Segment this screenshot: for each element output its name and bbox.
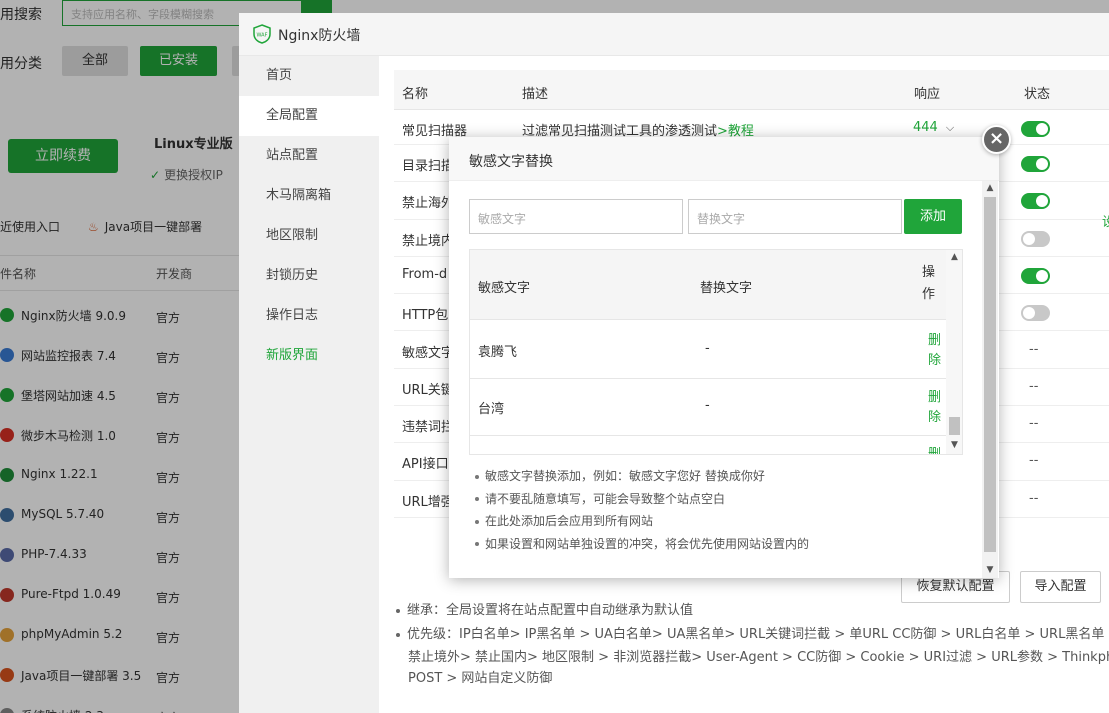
sidebar-item[interactable]: 操作日志: [239, 296, 379, 336]
scroll-up-icon[interactable]: ▲: [982, 183, 998, 193]
delete-link[interactable]: 删除: [928, 331, 942, 371]
add-button[interactable]: 添加: [904, 199, 962, 234]
note-priority-cont: 禁止境外> 禁止国内> 地区限制 > 非浏览器拦截> User-Agent > …: [408, 650, 1109, 665]
replace-word: -: [705, 398, 710, 413]
response-value: 444: [913, 120, 938, 135]
col-response: 响应: [914, 87, 941, 102]
replace-word: -: [705, 341, 710, 356]
bullet-icon: [475, 519, 479, 524]
tip-item: 敏感文字替换添加，例如：敏感文字您好 替换成你好: [475, 465, 809, 488]
rule-name: API接口: [402, 457, 449, 473]
note-inherit: 继承：全局设置将在站点配置中自动继承为默认值: [396, 599, 693, 618]
col-name: 名称: [402, 87, 429, 102]
bullet-icon: [475, 542, 479, 546]
col-replace-word: 替换文字: [700, 281, 753, 296]
bullet-icon: [475, 474, 479, 479]
scroll-up-icon[interactable]: ▲: [946, 252, 962, 262]
col-action: 操作: [922, 265, 936, 302]
bullet-icon: [475, 497, 479, 501]
status-text: --: [1029, 341, 1039, 357]
sidebar-item[interactable]: 封锁历史: [239, 256, 379, 296]
tips-list: 敏感文字替换添加，例如：敏感文字您好 替换成你好 请不要乱随意填写，可能会导致整个…: [475, 465, 809, 555]
tip-text: 请不要乱随意填写，可能会导致整个站点空白: [485, 491, 726, 506]
table-header: 名称 描述 响应 状态: [394, 70, 1109, 110]
rule-name: 禁止海外: [402, 196, 455, 212]
scroll-thumb[interactable]: [984, 197, 996, 552]
col-sensitive-word: 敏感文字: [478, 281, 531, 296]
scroll-down-icon[interactable]: ▼: [946, 440, 962, 450]
bullet-icon: [396, 608, 400, 613]
word-row: 台湾 - 删除: [470, 379, 946, 436]
status-toggle[interactable]: [1021, 305, 1050, 322]
settings-link[interactable]: 设: [1102, 211, 1109, 230]
status-toggle[interactable]: [1021, 156, 1050, 172]
import-config-button[interactable]: 导入配置: [1020, 571, 1101, 603]
sidebar-item[interactable]: 新版界面: [239, 336, 379, 376]
sidebar-item[interactable]: 站点配置: [239, 136, 379, 176]
tip-item: 如果设置和网站单独设置的冲突，将会优先使用网站设置内的: [475, 533, 809, 556]
rule-name: 违禁词拦: [402, 420, 455, 436]
word-row: 删: [470, 436, 946, 454]
rule-name: URL增强: [402, 494, 454, 510]
status-text: --: [1029, 453, 1039, 469]
status-text: --: [1029, 490, 1039, 506]
bullet-icon: [396, 632, 400, 637]
rule-name: From-d: [402, 266, 448, 282]
sensitive-word-input[interactable]: 敏感文字: [469, 199, 683, 234]
col-description: 描述: [522, 87, 549, 102]
svg-text:WAF: WAF: [257, 33, 268, 39]
sidebar-item[interactable]: 首页: [239, 56, 379, 96]
sensitive-word: 袁腾飞: [478, 345, 518, 360]
sidebar-item[interactable]: 全局配置: [239, 96, 379, 136]
tip-item: 请不要乱随意填写，可能会导致整个站点空白: [475, 488, 809, 511]
waf-shield-icon: WAF: [253, 24, 271, 44]
scroll-down-icon[interactable]: ▼: [982, 565, 998, 575]
col-status: 状态: [1024, 87, 1051, 102]
note-priority-end: POST > 网站自定义防御: [408, 671, 553, 686]
dialog-header: 敏感文字替换: [449, 137, 999, 181]
rule-name: URL关键: [402, 382, 454, 398]
word-row: 袁腾飞 - 删除: [470, 322, 946, 379]
status-text: --: [1029, 416, 1039, 432]
window-title-bar: WAF Nginx防火墙: [239, 13, 1109, 56]
status-toggle[interactable]: [1021, 230, 1050, 247]
response-select[interactable]: 444 ⌵: [913, 120, 954, 135]
tip-text: 如果设置和网站单独设置的冲突，将会优先使用网站设置内的: [485, 536, 810, 551]
close-icon[interactable]: ×: [982, 125, 1011, 154]
delete-link[interactable]: 删: [928, 445, 942, 454]
table-scrollbar[interactable]: ▲ ▼: [946, 250, 962, 454]
sensitive-word-table: 敏感文字 替换文字 操作 袁腾飞 - 删除 台湾 - 删除删 ▲ ▼: [469, 249, 963, 455]
rule-name: 敏感文字: [402, 345, 455, 361]
status-toggle[interactable]: [1021, 121, 1050, 137]
scroll-thumb[interactable]: [949, 417, 960, 435]
rule-name: HTTP包: [402, 308, 449, 324]
status-toggle[interactable]: [1021, 267, 1050, 284]
dialog-scrollbar[interactable]: ▲ ▼: [982, 181, 998, 578]
window-title: Nginx防火墙: [278, 28, 361, 44]
sidebar-item[interactable]: 地区限制: [239, 216, 379, 256]
sensitive-word-dialog: 敏感文字替换 敏感文字 替换文字 添加 敏感文字 替换文字 操作 袁腾飞 - 删除台…: [449, 137, 999, 578]
rule-name: 目录扫描: [402, 159, 455, 174]
rule-name: 禁止境内: [402, 233, 455, 249]
replace-word-input[interactable]: 替换文字: [688, 199, 902, 234]
delete-link[interactable]: 删除: [928, 388, 942, 428]
status-toggle[interactable]: [1021, 193, 1050, 210]
status-text: --: [1029, 378, 1039, 394]
sensitive-word: 台湾: [478, 402, 505, 417]
firewall-sidebar: 首页 全局配置 站点配置 木马隔离箱 地区限制 封锁历史 操作日志 新版界面: [239, 56, 379, 713]
tip-text: 敏感文字替换添加，例如：敏感文字您好 替换成你好: [485, 469, 765, 483]
tip-item: 在此处添加后会应用到所有网站: [475, 510, 809, 533]
tip-text: 在此处添加后会应用到所有网站: [485, 514, 654, 528]
table-header: 敏感文字 替换文字 操作: [470, 250, 946, 320]
chevron-down-icon: ⌵: [945, 121, 955, 134]
note-priority: 优先级：IP白名单> IP黑名单 > UA白名单> UA黑名单> URL关键词拦…: [396, 623, 1109, 642]
dialog-title: 敏感文字替换: [469, 154, 553, 170]
sidebar-item[interactable]: 木马隔离箱: [239, 176, 379, 216]
